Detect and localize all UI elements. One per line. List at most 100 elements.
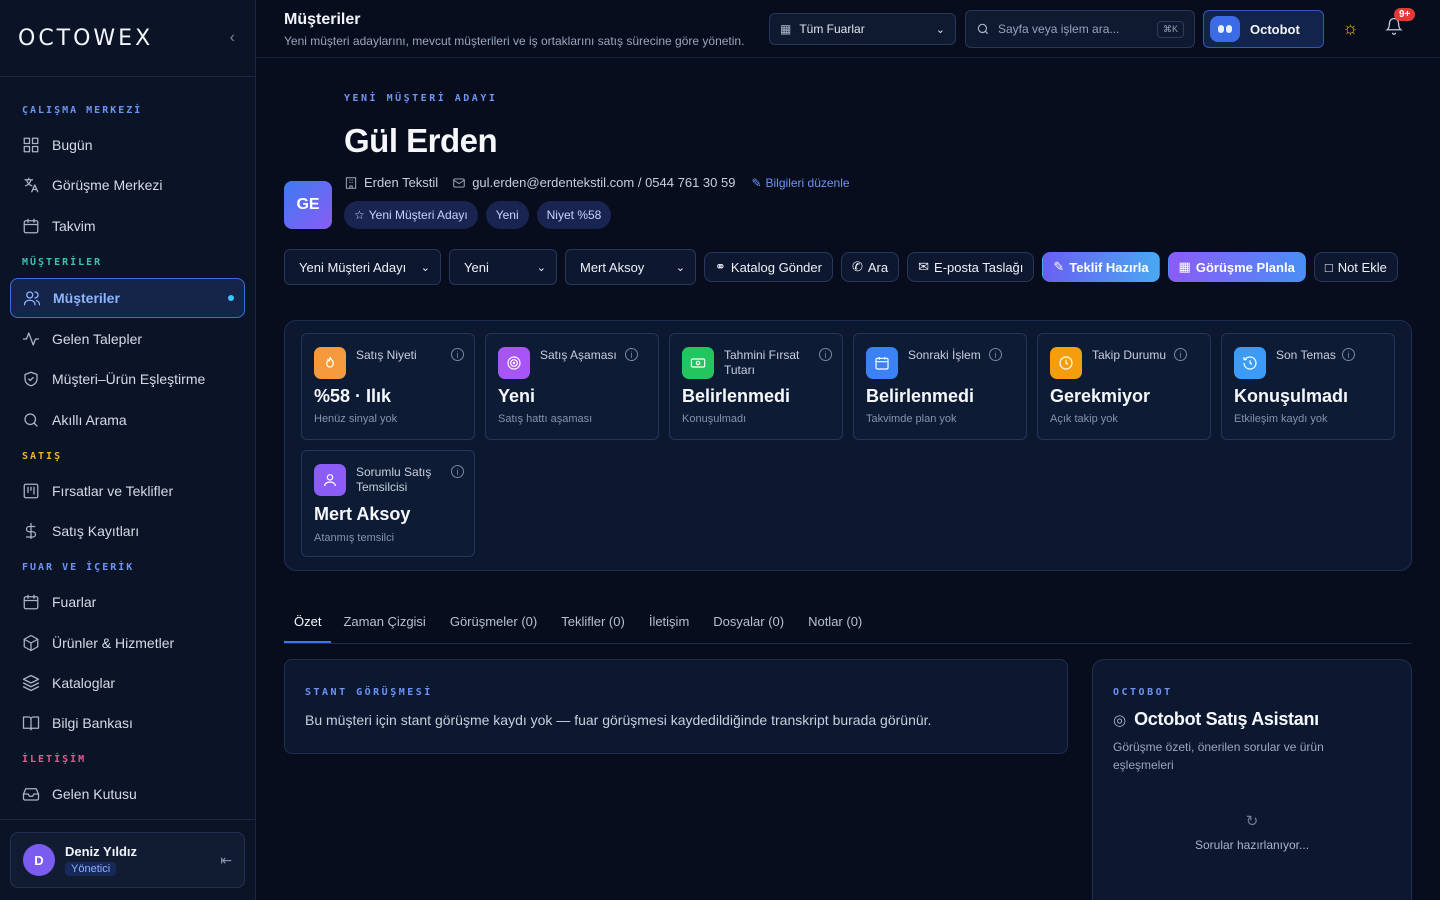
sidebar-item-label: Müşteriler (53, 290, 120, 306)
search-input[interactable]: Sayfa veya işlem ara... ⌘K (965, 10, 1195, 48)
prepare-offer-button[interactable]: ✎ Teklif Hazırla (1042, 252, 1160, 282)
tab-iletisim[interactable]: İletişim (637, 603, 701, 643)
octobot-button[interactable]: Octobot (1203, 10, 1324, 48)
kpi-sub: Etkileşim kaydı yok (1234, 413, 1328, 425)
page-title: Müşteriler (284, 11, 361, 28)
customer-type-select[interactable]: Yeni Müşteri Adayı ⌄ (284, 249, 441, 285)
user-name: Deniz Yıldız (65, 843, 137, 859)
button-label: Katalog Gönder (730, 259, 822, 275)
kpi-value: Belirlenmedi (866, 386, 975, 406)
kpi-label: Sorumlu Satış Temsilcisi (356, 465, 432, 494)
assistant-title: Octobot Satış Asistanı (1134, 709, 1319, 729)
chevron-down-icon: ⌄ (420, 261, 430, 274)
sidebar-item-gelen-talepler[interactable]: Gelen Talepler (10, 319, 245, 359)
star-icon: ☆ (354, 208, 365, 222)
brand-logo[interactable]: OCTOWEX (18, 26, 153, 51)
user-card[interactable]: D Deniz Yıldız Yönetici ⇤ (10, 832, 245, 888)
sidebar-item-kataloglar[interactable]: Kataloglar (10, 663, 245, 703)
sidebar-item-musteri-urun-eslestirme[interactable]: Müşteri–Ürün Eşleştirme (10, 359, 245, 399)
sidebar-item-label: Fırsatlar ve Teklifler (52, 483, 174, 499)
stage-select[interactable]: Yeni ⌄ (449, 249, 557, 285)
email-draft-button[interactable]: ✉ E-posta Taslağı (907, 252, 1035, 282)
sidebar-item-fuarlar[interactable]: Fuarlar (10, 582, 245, 622)
sidebar-item-satis-kayitlari[interactable]: Satış Kayıtları (10, 511, 245, 551)
pencil-icon: ✎ (751, 175, 762, 190)
owner-select[interactable]: Mert Aksoy ⌄ (565, 249, 696, 285)
building-icon (345, 176, 357, 189)
add-note-button[interactable]: □ Not Ekle (1313, 252, 1398, 282)
kpi-sub: Takvimde plan yok (866, 413, 957, 425)
card-eyebrow: OCTOBOT (1113, 687, 1173, 698)
theme-toggle-sun-icon[interactable]: ☼ (1342, 18, 1359, 39)
kpi-card-owner: Sorumlu Satış Temsilcisi i Mert Aksoy At… (301, 450, 475, 557)
sidebar-item-label: Gelen Kutusu (52, 786, 137, 802)
tab-notlar[interactable]: Notlar (0) (796, 603, 874, 643)
calendar-icon: ▦ (1178, 259, 1191, 274)
info-icon[interactable]: i (989, 348, 1002, 361)
select-value: Mert Aksoy (580, 259, 645, 275)
info-icon[interactable]: i (1174, 348, 1187, 361)
shield-icon (24, 371, 38, 387)
dollar-icon (25, 522, 37, 540)
send-catalog-button[interactable]: ⚭ Katalog Gönder (704, 252, 833, 282)
user-icon (314, 464, 346, 496)
section-calisma-merkezi: ÇALIŞMA MERKEZİ (22, 105, 143, 116)
topbar: Müşteriler Yeni müşteri adaylarını, mevc… (256, 0, 1440, 58)
tab-zaman-cizgisi[interactable]: Zaman Çizgisi (331, 603, 437, 643)
kpi-panel: Satış Niyeti i %58 · Ilık Henüz sinyal y… (284, 320, 1412, 571)
kpi-card-followup: Takip Durumu i Gerekmiyor Açık takip yok (1037, 333, 1211, 440)
mail-icon (453, 177, 465, 188)
sidebar-item-urunler-hizmetler[interactable]: Ürünler & Hizmetler (10, 623, 245, 663)
active-indicator-dot (228, 295, 234, 301)
sidebar-item-gelen-kutusu[interactable]: Gelen Kutusu (10, 774, 245, 814)
robot-icon (1210, 16, 1240, 42)
kpi-sub: Açık takip yok (1050, 413, 1118, 425)
fair-select-value: Tüm Fuarlar (799, 22, 865, 36)
customer-chips: ☆ Yeni Müşteri Adayı Yeni Niyet %58 (344, 201, 612, 229)
sidebar-item-bugun[interactable]: Bugün (10, 125, 245, 165)
activity-icon (22, 332, 40, 346)
sidebar-item-label: Müşteri–Ürün Eşleştirme (52, 371, 206, 387)
sidebar-item-takvim[interactable]: Takvim (10, 206, 245, 246)
section-satis: SATIŞ (22, 451, 63, 462)
assistant-header: ◎ Octobot Satış Asistanı (1113, 709, 1391, 730)
kpi-sub: Henüz sinyal yok (314, 413, 398, 425)
plan-meeting-button[interactable]: ▦ Görüşme Planla (1167, 252, 1306, 282)
search-icon (24, 413, 38, 427)
kpi-card-stage: Satış Aşaması i Yeni Satış hattı aşaması (485, 333, 659, 440)
sidebar-item-gorusme-merkezi[interactable]: Görüşme Merkezi (10, 165, 245, 205)
fair-select[interactable]: ▦ Tüm Fuarlar ⌄ (769, 13, 956, 45)
call-button[interactable]: ✆ Ara (840, 252, 900, 282)
book-icon (22, 716, 40, 731)
button-label: Not Ekle (1337, 259, 1387, 275)
collapse-sidebar-icon[interactable]: ‹ (230, 29, 235, 47)
calendar-icon (23, 218, 39, 234)
sidebar-item-musteriler[interactable]: Müşteriler (10, 278, 245, 318)
edit-info-link[interactable]: ✎ Bilgileri düzenle (751, 176, 849, 190)
file-icon: □ (1324, 259, 1333, 275)
info-icon[interactable]: i (451, 348, 464, 361)
history-icon (1234, 347, 1266, 379)
section-fuar-icerik: FUAR VE İÇERİK (22, 562, 135, 573)
sidebar-item-bilgi-bankasi[interactable]: Bilgi Bankası (10, 703, 245, 743)
target-icon: ◎ (1113, 711, 1127, 729)
sidebar-item-label: Gelen Talepler (52, 331, 143, 347)
tab-teklifler[interactable]: Teklifler (0) (549, 603, 637, 643)
clock-icon (1050, 347, 1082, 379)
tab-gorusmeler[interactable]: Görüşmeler (0) (438, 603, 549, 643)
octobot-label: Octobot (1250, 21, 1300, 37)
sidebar: OCTOWEX ‹ ÇALIŞMA MERKEZİ Bugün Görüşme … (0, 0, 256, 900)
sidebar-item-label: Takvim (52, 218, 96, 234)
kpi-label: Satış Niyeti (356, 348, 417, 362)
sidebar-item-firsatlar-teklifler[interactable]: Fırsatlar ve Teklifler (10, 471, 245, 511)
info-icon[interactable]: i (625, 348, 638, 361)
tab-dosyalar[interactable]: Dosyalar (0) (701, 603, 796, 643)
sidebar-item-akilli-arama[interactable]: Akıllı Arama (10, 400, 245, 440)
button-label: Görüşme Planla (1195, 259, 1295, 275)
info-icon[interactable]: i (819, 348, 832, 361)
info-icon[interactable]: i (451, 465, 464, 478)
info-icon[interactable]: i (1342, 348, 1355, 361)
logout-icon[interactable]: ⇤ (220, 852, 232, 869)
user-info: Deniz Yıldız Yönetici (65, 844, 137, 877)
tab-ozet[interactable]: Özet (284, 603, 332, 643)
